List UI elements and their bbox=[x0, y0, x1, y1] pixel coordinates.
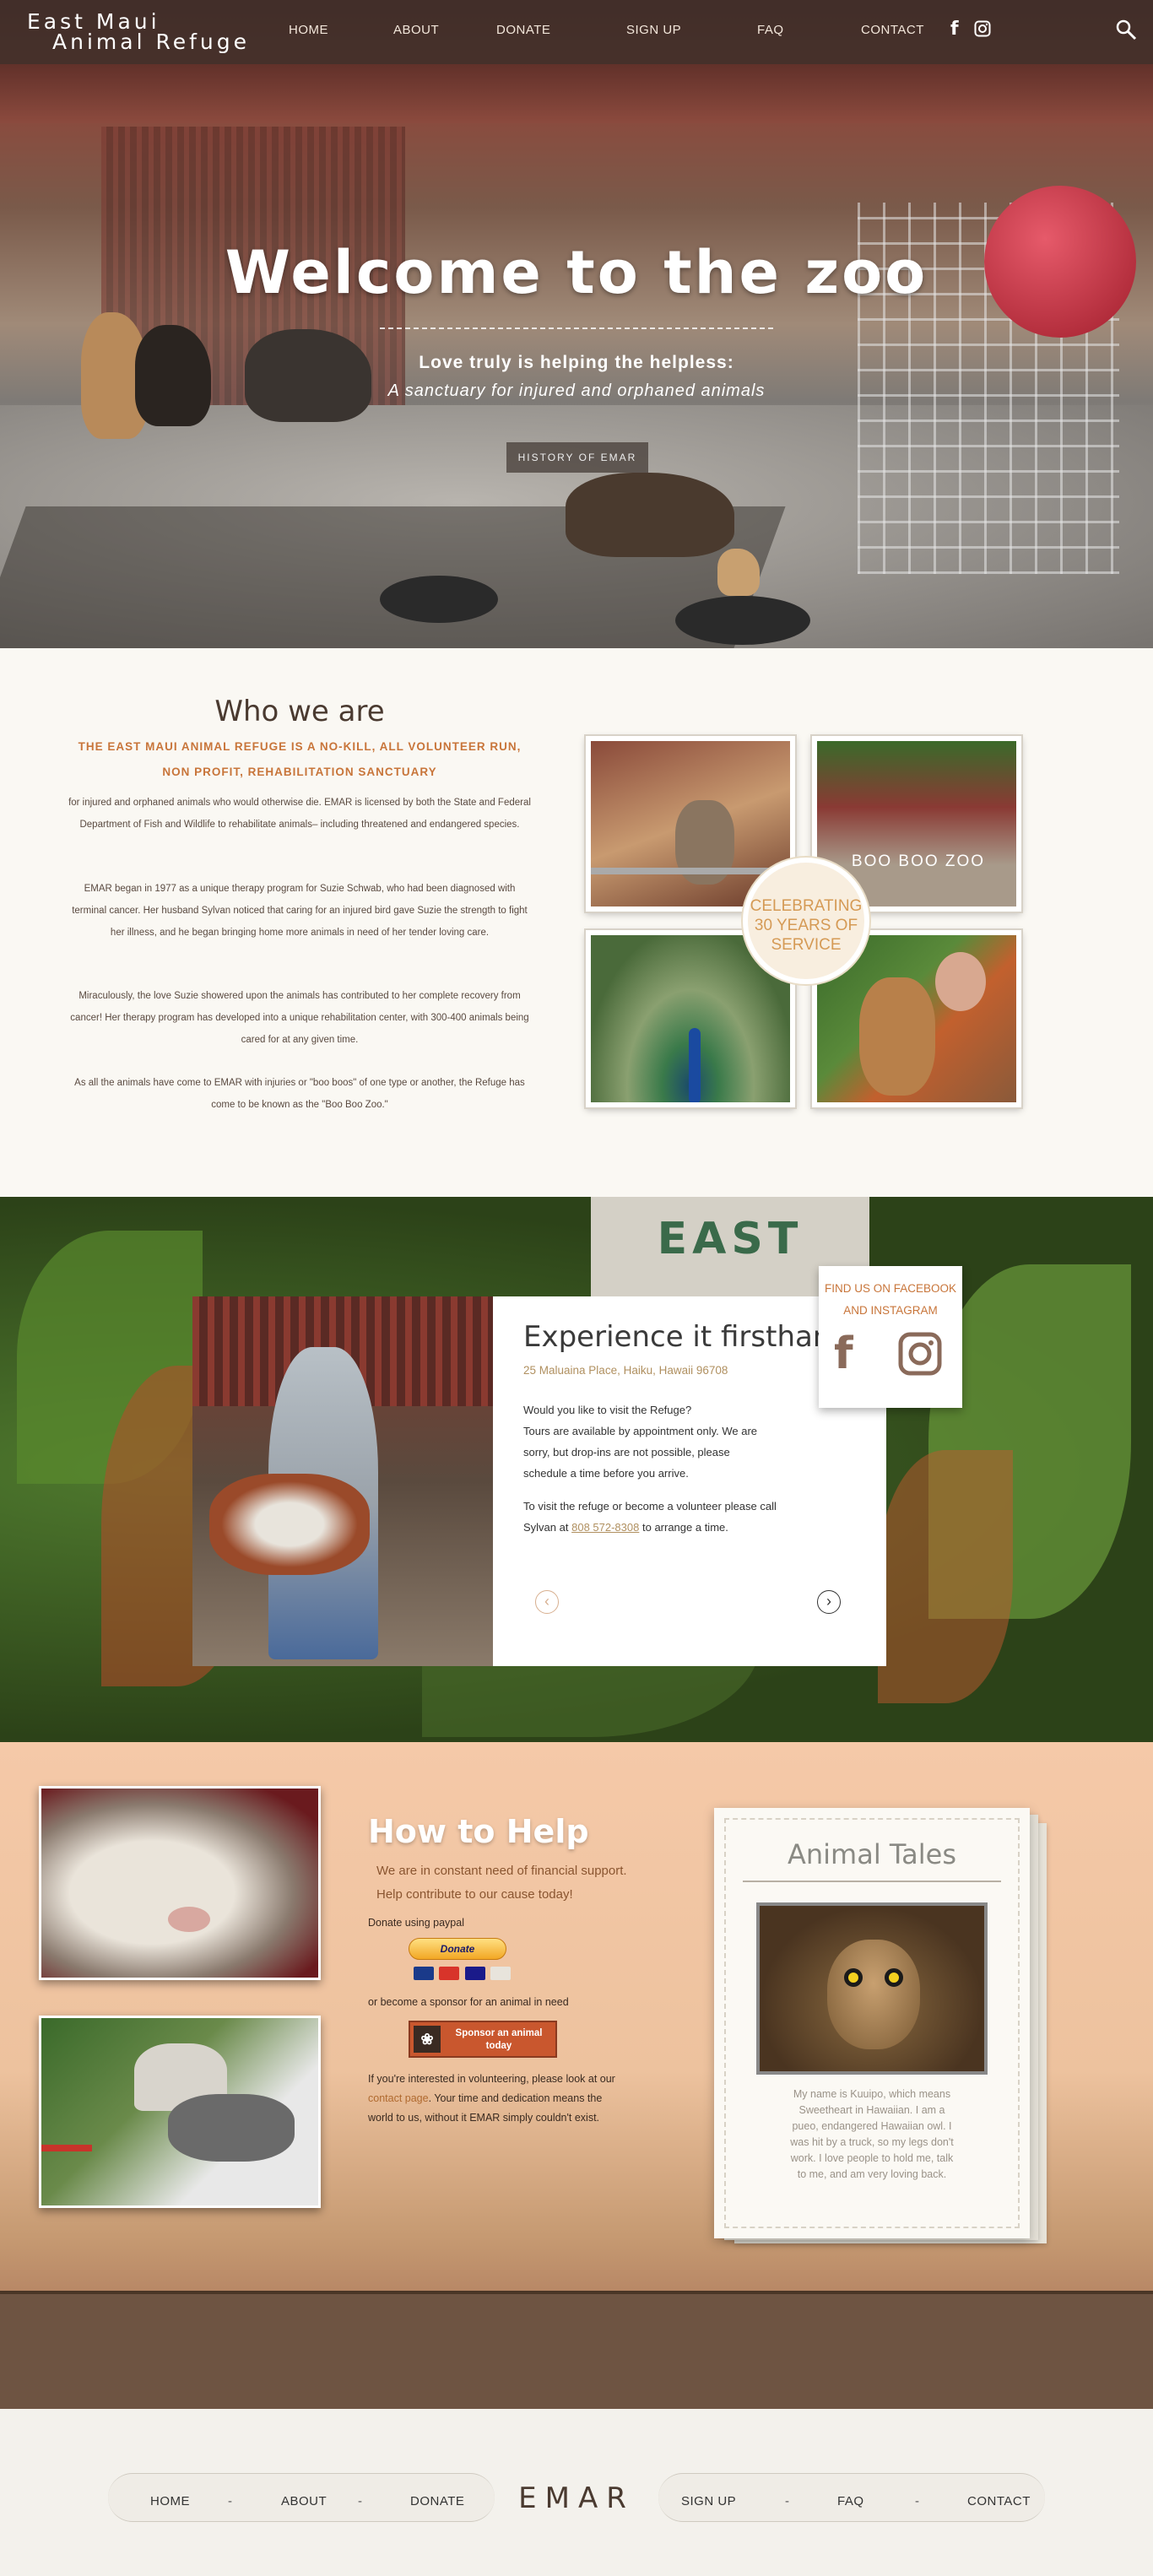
footer-separator: - bbox=[228, 2494, 232, 2508]
animal-tales-card: Animal Tales My name is Kuuipo, which me… bbox=[714, 1808, 1030, 2238]
who-lead-line-2: NON PROFIT, REHABILITATION SANCTUARY bbox=[162, 766, 437, 778]
owl-photo bbox=[756, 1902, 988, 2075]
nav-home[interactable]: HOME bbox=[289, 23, 328, 37]
top-nav: East Maui Animal Refuge HOME ABOUT DONAT… bbox=[0, 0, 1153, 64]
hero-title: Welcome to the zoo bbox=[225, 238, 928, 307]
experience-title: Experience it firsthand bbox=[523, 1320, 849, 1354]
social-label-line-2: AND INSTAGRAM bbox=[843, 1304, 938, 1317]
instagram-icon[interactable] bbox=[898, 1332, 942, 1376]
cat-on-shoulder bbox=[168, 2094, 295, 2162]
experience-address: 25 Maluaina Place, Haiku, Hawaii 96708 bbox=[523, 1364, 728, 1377]
owl-body bbox=[827, 1940, 920, 2049]
card-icon bbox=[464, 1967, 485, 1980]
hero-section: Welcome to the zoo Love truly is helping… bbox=[0, 0, 1153, 648]
hero-roof bbox=[0, 64, 1153, 123]
phone-link[interactable]: 808 572-8308 bbox=[571, 1521, 639, 1534]
who-paragraph-4: As all the animals have come to EMAR wit… bbox=[74, 1078, 525, 1110]
chevron-right-icon[interactable]: › bbox=[817, 1590, 841, 1614]
who-paragraph-3: Miraculously, the love Suzie showered up… bbox=[70, 991, 529, 1045]
social-card: FIND US ON FACEBOOK AND INSTAGRAM f bbox=[819, 1266, 962, 1408]
who-paragraph-1: for injured and orphaned animals who wou… bbox=[68, 798, 531, 830]
site-logo[interactable]: East Maui Animal Refuge bbox=[27, 11, 250, 54]
hero-tagline: A sanctuary for injured and orphaned ani… bbox=[387, 382, 766, 400]
sponsor-button-label: Sponsor an animal today bbox=[455, 2028, 543, 2051]
logo-line-2: Animal Refuge bbox=[52, 30, 250, 54]
sheep-photo bbox=[39, 1786, 321, 1980]
sponsor-text: or become a sponsor for an animal in nee… bbox=[368, 1996, 569, 2008]
who-title: Who we are bbox=[214, 695, 385, 728]
tales-rule bbox=[743, 1881, 1001, 1882]
anniversary-badge: CELEBRATING 30 YEARS OF SERVICE bbox=[743, 858, 869, 984]
social-label-line-1: FIND US ON FACEBOOK bbox=[824, 1282, 957, 1295]
hen bbox=[717, 549, 760, 596]
footer-logo[interactable]: EMAR bbox=[506, 2481, 647, 2515]
nav-sign-up[interactable]: SIGN UP bbox=[626, 23, 681, 37]
tales-title: Animal Tales bbox=[787, 1838, 956, 1870]
nav-faq[interactable]: FAQ bbox=[757, 23, 784, 37]
who-lead: THE EAST MAUI ANIMAL REFUGE IS A NO-KILL… bbox=[63, 734, 536, 785]
hero-subtitle: Love truly is helping the helpless: bbox=[419, 353, 734, 372]
deer-figure bbox=[859, 977, 935, 1096]
volunteer-photo bbox=[192, 1296, 493, 1666]
man-face bbox=[935, 952, 986, 1011]
help-title: How to Help bbox=[368, 1813, 589, 1850]
tales-story: My name is Kuuipo, which means Sweethear… bbox=[790, 2088, 954, 2180]
sheep-nose bbox=[168, 1907, 210, 1932]
experience-intro: Would you like to visit the Refuge? Tour… bbox=[523, 1399, 777, 1484]
goat-4 bbox=[566, 473, 734, 557]
instagram-icon[interactable] bbox=[974, 20, 991, 37]
donate-label: Donate using paypal bbox=[368, 1917, 464, 1929]
footer-donate[interactable]: DONATE bbox=[410, 2494, 464, 2508]
goat-3 bbox=[245, 329, 371, 422]
volunteer-paragraph: If you're interested in volunteering, pl… bbox=[368, 2070, 621, 2128]
paypal-donate-button[interactable]: Donate bbox=[409, 1938, 506, 1960]
card-icon bbox=[414, 1967, 434, 1980]
payment-cards bbox=[414, 1967, 512, 1983]
who-paragraph-2: EMAR began in 1977 as a unique therapy p… bbox=[72, 884, 528, 938]
footer-home[interactable]: HOME bbox=[150, 2494, 190, 2508]
hero-divider bbox=[380, 327, 773, 329]
footer-separator: - bbox=[785, 2494, 789, 2508]
contact-page-link[interactable]: contact page bbox=[368, 2092, 429, 2104]
search-icon[interactable] bbox=[1114, 18, 1138, 41]
foliage-4 bbox=[878, 1450, 1013, 1703]
sponsor-button[interactable]: ❀ Sponsor an animal today bbox=[409, 2021, 557, 2058]
chevron-left-icon[interactable]: ‹ bbox=[535, 1590, 559, 1614]
bowl-1 bbox=[380, 576, 498, 623]
footer-faq[interactable]: FAQ bbox=[837, 2494, 864, 2508]
nav-donate[interactable]: DONATE bbox=[496, 23, 550, 37]
owl-eye-right bbox=[885, 1968, 903, 1987]
cow-figure bbox=[209, 1474, 370, 1575]
volunteer-text: If you're interested in volunteering, pl… bbox=[368, 2073, 615, 2085]
card-icon bbox=[490, 1967, 512, 1980]
owl-eye-left bbox=[844, 1968, 863, 1987]
footer-separator: - bbox=[915, 2494, 919, 2508]
footer-contact[interactable]: CONTACT bbox=[967, 2494, 1031, 2508]
facebook-icon[interactable]: f bbox=[950, 19, 959, 40]
nav-contact[interactable]: CONTACT bbox=[861, 23, 924, 37]
peacock-body bbox=[689, 1028, 701, 1102]
help-sub-2: Help contribute to our cause today! bbox=[376, 1887, 573, 1902]
paw-icon: ❀ bbox=[414, 2026, 441, 2053]
experience-contact: To visit the refuge or become a voluntee… bbox=[523, 1496, 777, 1538]
footer-separator: - bbox=[358, 2494, 362, 2508]
cat-shoulder-photo bbox=[39, 2016, 321, 2208]
brown-band bbox=[0, 2291, 1153, 2409]
help-sub-1: We are in constant need of financial sup… bbox=[376, 1864, 627, 1878]
nav-about[interactable]: ABOUT bbox=[393, 23, 439, 37]
history-button[interactable]: HISTORY OF EMAR bbox=[506, 442, 648, 473]
card-icon bbox=[439, 1967, 460, 1980]
facebook-icon[interactable]: f bbox=[834, 1329, 853, 1379]
contact-text-end: to arrange a time. bbox=[641, 1521, 728, 1534]
goat-2 bbox=[135, 325, 211, 426]
experience-tours: Tours are available by appointment only.… bbox=[523, 1425, 758, 1480]
bowl-2 bbox=[675, 596, 810, 645]
social-label: FIND US ON FACEBOOK AND INSTAGRAM bbox=[819, 1266, 962, 1322]
red-rail bbox=[41, 2145, 92, 2151]
footer-sign-up[interactable]: SIGN UP bbox=[681, 2494, 736, 2508]
boo-boo-zoo-sign: BOO BOO ZOO bbox=[851, 852, 986, 870]
who-lead-line-1: THE EAST MAUI ANIMAL REFUGE IS A NO-KILL… bbox=[78, 740, 522, 753]
footer-about[interactable]: ABOUT bbox=[281, 2494, 327, 2508]
experience-question: Would you like to visit the Refuge? bbox=[523, 1404, 692, 1416]
